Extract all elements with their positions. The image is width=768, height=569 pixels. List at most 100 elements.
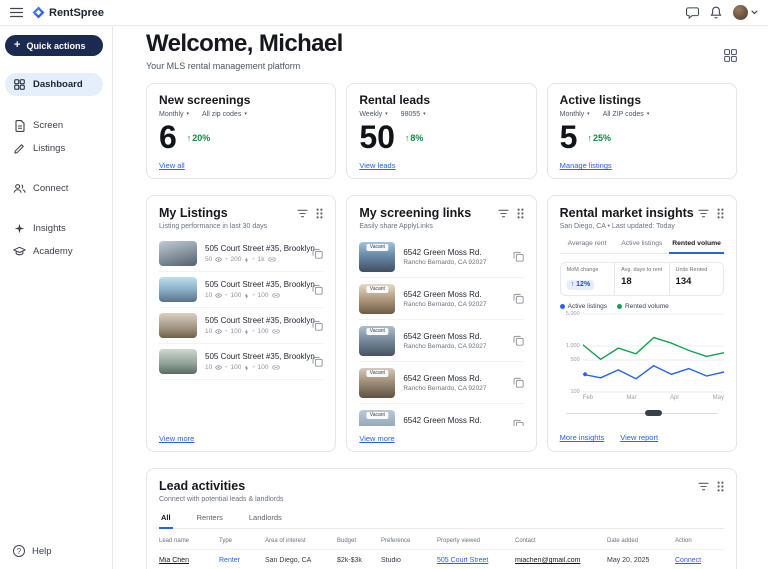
chevron-down-icon: ▾	[587, 112, 590, 117]
screening-link-row[interactable]: Vacant 6542 Green Moss Rd. Rancho Bernar…	[359, 278, 523, 320]
drag-handle-icon[interactable]	[717, 208, 724, 219]
zip-filter-dropdown[interactable]: 98055 ▾	[401, 111, 426, 118]
connect-action-link[interactable]: Connect	[675, 557, 724, 564]
page-title: Welcome, Michael	[146, 31, 343, 57]
view-report-link[interactable]: View report	[620, 433, 658, 442]
lead-name-link[interactable]: Mia Chen	[159, 557, 219, 564]
screening-rows: Vacant 6542 Green Moss Rd. Rancho Bernar…	[359, 236, 523, 426]
sidebar-item-connect[interactable]: Connect	[0, 178, 112, 199]
sparkle-icon	[13, 223, 26, 234]
column-header: Action	[675, 538, 724, 544]
filter-icon[interactable]	[297, 209, 308, 218]
copy-icon[interactable]	[312, 320, 323, 331]
drag-handle-icon[interactable]	[717, 481, 724, 492]
link-icon	[268, 257, 276, 262]
chevron-down-icon	[751, 10, 758, 15]
lead-tabs: All Renters Landlords	[159, 510, 724, 529]
dashboard-icon	[13, 79, 26, 90]
copy-icon[interactable]	[513, 335, 524, 346]
eye-icon	[215, 293, 222, 298]
card-title: Lead activities	[159, 479, 245, 493]
property-address: 6542 Green Moss Rd.	[403, 290, 504, 299]
slider-handle[interactable]	[645, 410, 662, 416]
copy-icon[interactable]	[513, 419, 524, 426]
filter-icon[interactable]	[698, 209, 709, 218]
graduation-cap-icon	[13, 246, 26, 257]
copy-icon[interactable]	[312, 284, 323, 295]
screening-link-row[interactable]: Vacant 6542 Green Moss Rd. Rancho Bernar…	[359, 362, 523, 404]
chart-legend: Active listings Rented volume	[560, 303, 724, 310]
property-viewed-link[interactable]: 505 Court Street	[437, 557, 515, 564]
more-insights-link[interactable]: More insights	[560, 433, 605, 442]
screening-link-row[interactable]: Vacant 6542 Green Moss Rd. Rancho Bernar…	[359, 236, 523, 278]
drag-handle-icon[interactable]	[517, 208, 524, 219]
brand-logo[interactable]: RentSpree	[32, 6, 104, 19]
copy-icon[interactable]	[312, 356, 323, 367]
tab-rented-volume[interactable]: Rented volume	[669, 237, 724, 254]
stat-card-link[interactable]: View all	[159, 161, 185, 170]
period-filter-dropdown[interactable]: Monthly ▾	[159, 111, 189, 118]
sidebar-item-screen[interactable]: Screen	[0, 115, 112, 136]
drag-handle-icon[interactable]	[316, 208, 323, 219]
stat-delta: ↑25%	[587, 133, 611, 143]
chart-range-slider[interactable]	[566, 409, 718, 417]
chat-icon[interactable]	[686, 7, 699, 19]
view-more-link[interactable]: View more	[359, 434, 394, 443]
chart-y-axis: 5,000 1,000 500 100	[560, 313, 583, 393]
account-menu[interactable]	[733, 5, 758, 20]
stat-card-link[interactable]: View leads	[359, 161, 395, 170]
menu-icon[interactable]	[10, 7, 23, 18]
chevron-down-icon: ▾	[244, 112, 247, 117]
property-city: Rancho Bernardo, CA 92027	[403, 385, 504, 392]
tab-landlords[interactable]: Landlords	[247, 510, 284, 529]
listing-row[interactable]: 505 Court Street #35, Brooklyn 50 • 200 …	[159, 236, 323, 272]
lead-contact-link[interactable]: miachen@gmail.com	[515, 557, 607, 564]
copy-icon[interactable]	[513, 251, 524, 262]
brand-name: RentSpree	[49, 7, 104, 19]
sidebar-item-help[interactable]: ? Help	[13, 545, 52, 557]
tab-renters[interactable]: Renters	[195, 510, 225, 529]
main-content: Welcome, Michael Your MLS rental managem…	[113, 26, 768, 569]
stat-card-link[interactable]: Manage listings	[560, 161, 612, 170]
listing-thumbnail	[159, 277, 197, 302]
units-rented-label: Units Rented	[676, 267, 717, 273]
screening-link-row[interactable]: Vacant 6542 Green Moss Rd. Rancho Bernar…	[359, 404, 523, 426]
chevron-down-icon: ▾	[187, 112, 190, 117]
zip-filter-dropdown[interactable]: All zip codes ▾	[202, 111, 247, 118]
listing-row[interactable]: 505 Court Street #35, Brooklyn 10 • 100 …	[159, 272, 323, 308]
listing-row[interactable]: 505 Court Street #35, Brooklyn 10 • 100 …	[159, 344, 323, 380]
quick-actions-button[interactable]: + Quick actions	[5, 35, 103, 56]
column-header: Lead name	[159, 538, 219, 544]
sidebar-item-insights[interactable]: Insights	[0, 218, 112, 239]
card-subtitle: Connect with potential leads & landlords	[159, 496, 724, 503]
copy-icon[interactable]	[513, 377, 524, 388]
screening-link-row[interactable]: Vacant 6542 Green Moss Rd. Rancho Bernar…	[359, 320, 523, 362]
filter-icon[interactable]	[498, 209, 509, 218]
rentspree-mark-icon	[32, 6, 45, 19]
tab-average-rent[interactable]: Average rent	[560, 237, 615, 254]
days-to-rent-value: 18	[621, 276, 662, 287]
sidebar-item-listings[interactable]: Listings	[0, 138, 112, 159]
copy-icon[interactable]	[513, 293, 524, 304]
copy-icon[interactable]	[312, 248, 323, 259]
period-filter-dropdown[interactable]: Weekly ▾	[359, 111, 387, 118]
customize-dashboard-icon[interactable]	[724, 49, 737, 62]
filter-icon[interactable]	[698, 482, 709, 491]
bell-icon[interactable]	[710, 6, 722, 19]
slider-track[interactable]	[566, 413, 718, 415]
property-thumbnail: Vacant	[359, 284, 395, 314]
period-filter-dropdown[interactable]: Monthly ▾	[560, 111, 590, 118]
sidebar-item-dashboard[interactable]: Dashboard	[5, 73, 103, 96]
sidebar-nav: Dashboard Screen Listings Connect Insigh…	[0, 72, 112, 263]
sidebar-item-academy[interactable]: Academy	[0, 241, 112, 262]
listing-address: 505 Court Street #35, Brooklyn	[205, 244, 304, 253]
stat-card: Active listings Monthly ▾ All ZIP codes …	[547, 83, 737, 179]
tab-all[interactable]: All	[159, 510, 173, 529]
chart-plot-area	[583, 313, 724, 393]
tab-active-listings[interactable]: Active listings	[614, 237, 669, 254]
view-more-link[interactable]: View more	[159, 434, 194, 443]
listing-row[interactable]: 505 Court Street #35, Brooklyn 10 • 100 …	[159, 308, 323, 344]
property-thumbnail: Vacant	[359, 326, 395, 356]
screening-links-card: My screening links Easily share ApplyLin…	[346, 195, 536, 452]
zip-filter-dropdown[interactable]: All ZIP codes ▾	[603, 111, 650, 118]
